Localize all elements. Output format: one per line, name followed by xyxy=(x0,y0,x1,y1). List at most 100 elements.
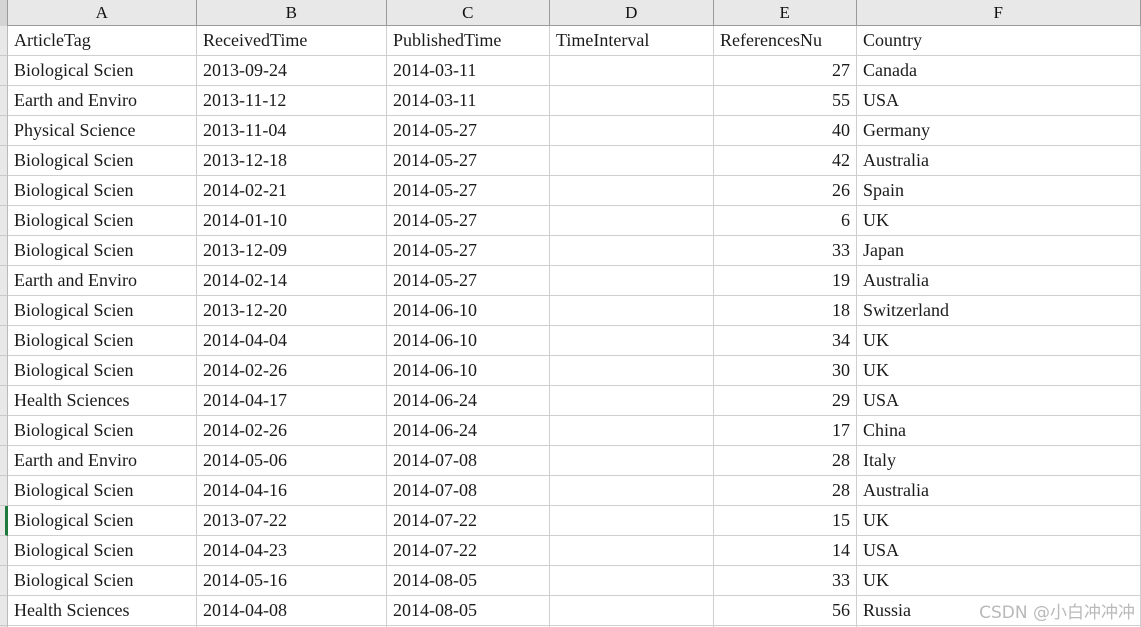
cell-d10[interactable] xyxy=(550,296,714,326)
cell-c16[interactable]: 2014-07-08 xyxy=(387,476,550,506)
cell-a2[interactable]: Biological Scien xyxy=(8,56,197,86)
cell-d6[interactable] xyxy=(550,176,714,206)
cell-c2[interactable]: 2014-03-11 xyxy=(387,56,550,86)
cell-c11[interactable]: 2014-06-10 xyxy=(387,326,550,356)
row-header-gutter[interactable] xyxy=(0,266,8,296)
cell-e20[interactable]: 56 xyxy=(714,596,857,626)
cell-f7[interactable]: UK xyxy=(857,206,1141,236)
cell-a6[interactable]: Biological Scien xyxy=(8,176,197,206)
row-header-gutter[interactable] xyxy=(0,326,8,356)
table-row[interactable]: Earth and Enviro 2013-11-12 2014-03-11 55 US… xyxy=(0,86,1141,116)
column-header-a[interactable]: A xyxy=(8,0,197,25)
table-row[interactable]: Biological Scien 2014-01-10 2014-05-27 6 UK xyxy=(0,206,1141,236)
cell-a5[interactable]: Biological Scien xyxy=(8,146,197,176)
cell-e11[interactable]: 34 xyxy=(714,326,857,356)
cell-b4[interactable]: 2013-11-04 xyxy=(197,116,387,146)
cell-c3[interactable]: 2014-03-11 xyxy=(387,86,550,116)
cell-f13[interactable]: USA xyxy=(857,386,1141,416)
cell-d13[interactable] xyxy=(550,386,714,416)
cell-e18[interactable]: 14 xyxy=(714,536,857,566)
cell-c14[interactable]: 2014-06-24 xyxy=(387,416,550,446)
row-header-gutter[interactable] xyxy=(0,86,8,116)
table-row[interactable]: Physical Science 2013-11-04 2014-05-27 40 Ge… xyxy=(0,116,1141,146)
cell-e16[interactable]: 28 xyxy=(714,476,857,506)
cell-e8[interactable]: 33 xyxy=(714,236,857,266)
cell-a8[interactable]: Biological Scien xyxy=(8,236,197,266)
cell-f19[interactable]: UK xyxy=(857,566,1141,596)
table-row[interactable]: Biological Scien 2013-07-22 2014-07-22 15 UK xyxy=(0,506,1141,536)
cell-e2[interactable]: 27 xyxy=(714,56,857,86)
cell-e4[interactable]: 40 xyxy=(714,116,857,146)
row-header-gutter[interactable] xyxy=(0,536,8,566)
cell-d8[interactable] xyxy=(550,236,714,266)
table-row[interactable]: Biological Scien 2014-04-23 2014-07-22 14 US… xyxy=(0,536,1141,566)
table-row[interactable]: Biological Scien 2013-12-18 2014-05-27 42 Au… xyxy=(0,146,1141,176)
cell-c5[interactable]: 2014-05-27 xyxy=(387,146,550,176)
cell-b17[interactable]: 2013-07-22 xyxy=(197,506,387,536)
cell-b2[interactable]: 2013-09-24 xyxy=(197,56,387,86)
cell-a1[interactable]: ArticleTag xyxy=(8,26,197,56)
cell-a12[interactable]: Biological Scien xyxy=(8,356,197,386)
cell-f16[interactable]: Australia xyxy=(857,476,1141,506)
cell-e3[interactable]: 55 xyxy=(714,86,857,116)
cell-d20[interactable] xyxy=(550,596,714,626)
cell-e5[interactable]: 42 xyxy=(714,146,857,176)
table-row[interactable]: Earth and Enviro 2014-05-06 2014-07-08 28 It… xyxy=(0,446,1141,476)
cell-f12[interactable]: UK xyxy=(857,356,1141,386)
cell-e19[interactable]: 33 xyxy=(714,566,857,596)
cell-e12[interactable]: 30 xyxy=(714,356,857,386)
cell-e7[interactable]: 6 xyxy=(714,206,857,236)
cell-d7[interactable] xyxy=(550,206,714,236)
row-header-gutter[interactable] xyxy=(0,296,8,326)
row-header-gutter[interactable] xyxy=(0,416,8,446)
table-row[interactable]: Biological Scien 2014-04-04 2014-06-10 34 UK xyxy=(0,326,1141,356)
row-header-gutter[interactable] xyxy=(0,566,8,596)
cell-a7[interactable]: Biological Scien xyxy=(8,206,197,236)
cell-b3[interactable]: 2013-11-12 xyxy=(197,86,387,116)
row-header-gutter[interactable] xyxy=(0,446,8,476)
cell-c1[interactable]: PublishedTime xyxy=(387,26,550,56)
cell-a13[interactable]: Health Sciences xyxy=(8,386,197,416)
cell-b6[interactable]: 2014-02-21 xyxy=(197,176,387,206)
cell-e17[interactable]: 15 xyxy=(714,506,857,536)
row-header-gutter[interactable] xyxy=(0,146,8,176)
cell-c4[interactable]: 2014-05-27 xyxy=(387,116,550,146)
cell-d2[interactable] xyxy=(550,56,714,86)
cell-e15[interactable]: 28 xyxy=(714,446,857,476)
row-header-gutter[interactable] xyxy=(0,206,8,236)
cell-a4[interactable]: Physical Science xyxy=(8,116,197,146)
cell-d18[interactable] xyxy=(550,536,714,566)
row-header-gutter[interactable] xyxy=(0,356,8,386)
cell-a19[interactable]: Biological Scien xyxy=(8,566,197,596)
cell-f9[interactable]: Australia xyxy=(857,266,1141,296)
cell-a17[interactable]: Biological Scien xyxy=(8,506,197,536)
cell-a20[interactable]: Health Sciences xyxy=(8,596,197,626)
table-row[interactable]: ArticleTag ReceivedTime PublishedTime TimeI… xyxy=(0,26,1141,56)
row-header-gutter[interactable] xyxy=(0,386,8,416)
cell-f20[interactable]: Russia xyxy=(857,596,1141,626)
cell-e14[interactable]: 17 xyxy=(714,416,857,446)
cell-c9[interactable]: 2014-05-27 xyxy=(387,266,550,296)
cell-e10[interactable]: 18 xyxy=(714,296,857,326)
cell-b12[interactable]: 2014-02-26 xyxy=(197,356,387,386)
cell-a16[interactable]: Biological Scien xyxy=(8,476,197,506)
cell-f14[interactable]: China xyxy=(857,416,1141,446)
cell-f10[interactable]: Switzerland xyxy=(857,296,1141,326)
grid-body[interactable]: ArticleTag ReceivedTime PublishedTime TimeI… xyxy=(0,26,1141,627)
cell-c7[interactable]: 2014-05-27 xyxy=(387,206,550,236)
column-header-f[interactable]: F xyxy=(857,0,1141,25)
column-header-c[interactable]: C xyxy=(387,0,550,25)
cell-d12[interactable] xyxy=(550,356,714,386)
cell-d9[interactable] xyxy=(550,266,714,296)
cell-b15[interactable]: 2014-05-06 xyxy=(197,446,387,476)
cell-d5[interactable] xyxy=(550,146,714,176)
cell-e13[interactable]: 29 xyxy=(714,386,857,416)
table-row[interactable]: Earth and Enviro 2014-02-14 2014-05-27 19 Au… xyxy=(0,266,1141,296)
cell-d11[interactable] xyxy=(550,326,714,356)
cell-f1[interactable]: Country xyxy=(857,26,1141,56)
row-header-gutter[interactable] xyxy=(0,56,8,86)
table-row[interactable]: Biological Scien 2014-05-16 2014-08-05 33 UK xyxy=(0,566,1141,596)
cell-f5[interactable]: Australia xyxy=(857,146,1141,176)
cell-c20[interactable]: 2014-08-05 xyxy=(387,596,550,626)
cell-b16[interactable]: 2014-04-16 xyxy=(197,476,387,506)
